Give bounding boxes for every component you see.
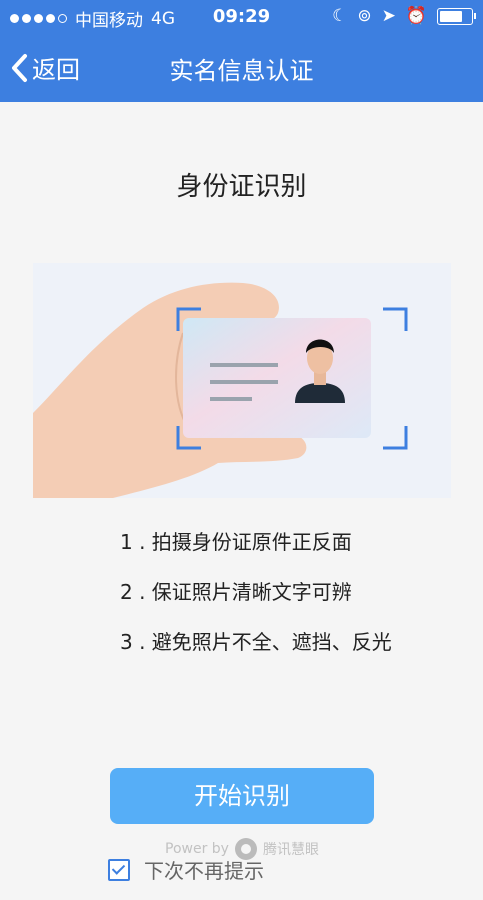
- dont-show-again-row[interactable]: 下次不再提示: [108, 855, 264, 884]
- status-bar: 中国移动 4G 09:29 ☾ ⊚ ➤ ⏰: [0, 0, 483, 34]
- nav-bar: 返回 实名信息认证: [0, 34, 483, 102]
- instruction-step: 3 . 避免照片不全、遮挡、反光: [120, 630, 392, 654]
- instruction-list: 1 . 拍摄身份证原件正反面 2 . 保证照片清晰文字可辨 3 . 避免照片不全…: [120, 530, 392, 680]
- id-card: [183, 318, 371, 438]
- start-recognition-button[interactable]: 开始识别: [110, 768, 374, 824]
- checkbox-label: 下次不再提示: [144, 859, 264, 883]
- section-heading: 身份证识别: [176, 172, 307, 202]
- instruction-step: 1 . 拍摄身份证原件正反面: [120, 530, 352, 554]
- status-right: ☾ ⊚ ➤ ⏰: [332, 6, 476, 26]
- instruction-step: 2 . 保证照片清晰文字可辨: [120, 580, 352, 604]
- page-title: 实名信息认证: [169, 57, 314, 85]
- rotation-lock-icon: ⊚: [357, 6, 372, 26]
- moon-icon: ☾: [332, 6, 348, 26]
- alarm-icon: ⏰: [405, 6, 427, 26]
- brand-name: 腾讯慧眼: [262, 842, 319, 858]
- battery-icon: [437, 7, 476, 25]
- location-icon: ➤: [381, 6, 396, 26]
- id-card-illustration: [33, 263, 451, 498]
- dont-show-again-checkbox[interactable]: [108, 858, 130, 881]
